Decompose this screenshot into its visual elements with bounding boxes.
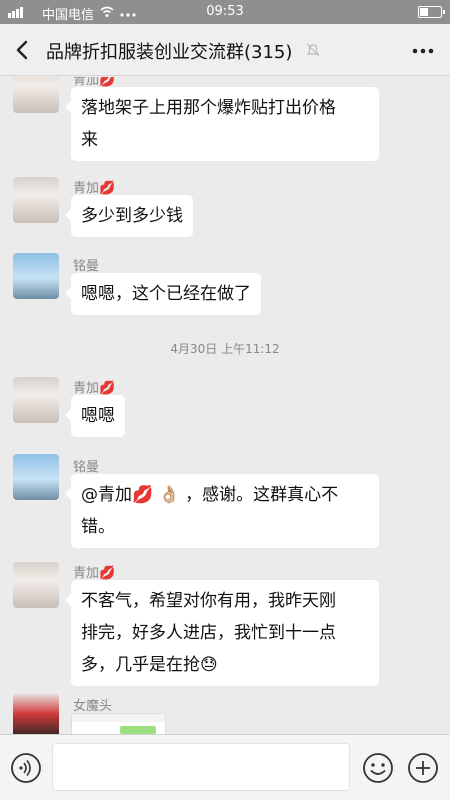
chevron-left-icon[interactable] bbox=[10, 36, 38, 64]
message-bubble[interactable]: 不客气，希望对你有用，我昨天刚 排完，好多人进店，我忙到十一点 多，几乎是在抢😓 bbox=[65, 580, 379, 686]
message-line: 错。 bbox=[81, 517, 115, 537]
message-bubble[interactable]: @青加💋 👌🏼 ，感谢。这群真心不 错。 bbox=[65, 474, 379, 548]
message-line: 多少到多少钱 bbox=[81, 206, 183, 226]
battery-icon bbox=[418, 6, 445, 18]
chat-header: 品牌折扣服装创业交流群(315) bbox=[0, 24, 450, 76]
emoji-icon[interactable] bbox=[362, 752, 394, 784]
more-dots-icon[interactable] bbox=[410, 38, 436, 64]
message-line: 不客气，希望对你有用，我昨天刚 bbox=[81, 591, 336, 611]
message-bubble[interactable]: 多少到多少钱 bbox=[65, 195, 193, 237]
message-bubble[interactable]: 落地架子上用那个爆炸贴打出价格 来 bbox=[65, 87, 379, 161]
status-bar: 中国电信 09:53 bbox=[0, 0, 450, 24]
sender-name: 青加💋 bbox=[73, 181, 116, 196]
chat-title: 品牌折扣服装创业交流群(315) bbox=[46, 42, 293, 63]
input-bar bbox=[0, 734, 450, 800]
plus-icon[interactable] bbox=[407, 752, 439, 784]
message-input[interactable] bbox=[52, 743, 350, 791]
message-line: 落地架子上用那个爆炸贴打出价格 bbox=[81, 98, 336, 118]
timestamp: 4月30日 上午11:12 bbox=[170, 342, 280, 356]
sender-name: 青加💋 bbox=[73, 566, 116, 581]
sender-name: 铭曼 bbox=[73, 460, 100, 475]
message-bubble[interactable]: 嗯嗯，这个已经在做了 bbox=[65, 273, 261, 315]
message-bubble[interactable]: 嗯嗯 bbox=[65, 395, 125, 437]
avatar[interactable] bbox=[13, 454, 59, 500]
message-line: 排完，好多人进店，我忙到十一点 bbox=[81, 623, 336, 643]
avatar[interactable] bbox=[13, 253, 59, 299]
image-message-thumbnail[interactable] bbox=[71, 713, 166, 734]
avatar[interactable] bbox=[13, 377, 59, 423]
avatar[interactable] bbox=[13, 693, 59, 734]
sender-name: 女魔头 bbox=[73, 699, 113, 714]
message-line: 多，几乎是在抢😓 bbox=[81, 655, 218, 675]
message-line: 嗯嗯，这个已经在做了 bbox=[81, 284, 251, 304]
sender-name: 铭曼 bbox=[73, 259, 100, 274]
chat-area[interactable]: 青加💋 落地架子上用那个爆炸贴打出价格 来 青加💋 多少到多少钱 铭曼 嗯嗯，这… bbox=[0, 77, 450, 734]
bell-muted-icon bbox=[304, 41, 322, 59]
voice-icon[interactable] bbox=[10, 752, 42, 784]
message-line: 嗯嗯 bbox=[81, 406, 115, 426]
message-line: @青加💋 👌🏼 ，感谢。这群真心不 bbox=[81, 485, 339, 505]
sender-name: 青加💋 bbox=[73, 381, 116, 396]
status-time: 09:53 bbox=[206, 4, 244, 19]
avatar[interactable] bbox=[13, 177, 59, 223]
message-line: 来 bbox=[81, 130, 98, 150]
avatar[interactable] bbox=[13, 562, 59, 608]
avatar[interactable] bbox=[13, 77, 59, 113]
